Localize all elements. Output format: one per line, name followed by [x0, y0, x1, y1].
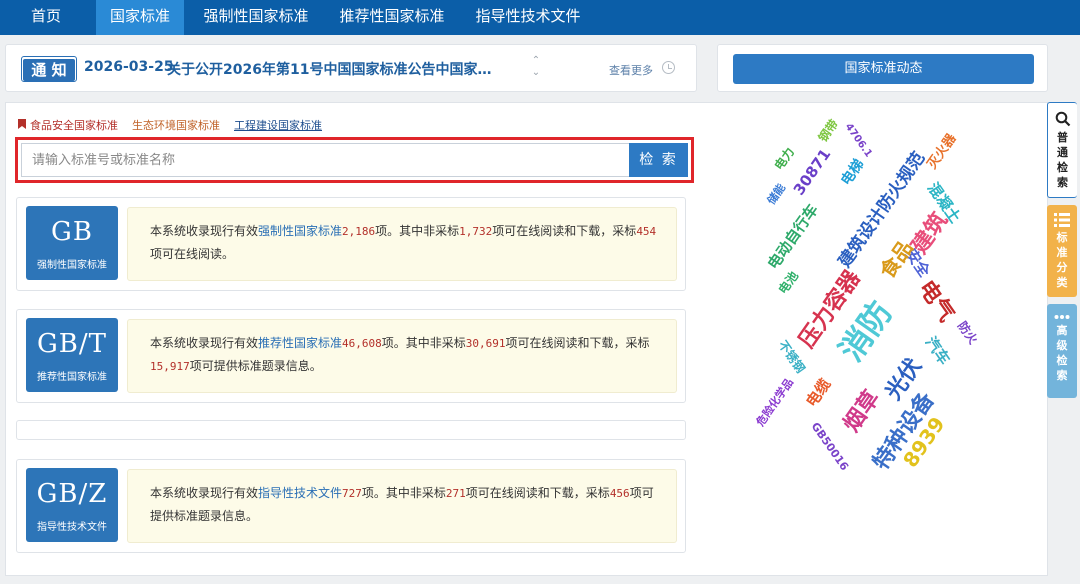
total-count: 46,608	[342, 337, 382, 350]
keyword-cloud-word[interactable]: 危险化学品	[752, 375, 797, 429]
desc-text: 项。其中非采标	[361, 486, 446, 500]
keyword-cloud-word[interactable]: 电气	[912, 273, 963, 327]
keyword-cloud: 钢带 4706.1 灭火器 电力 30871 电梯 建筑设计防火规范 混凝土 储能 电动自行车 建筑…	[740, 110, 1000, 480]
standard-badge-gb[interactable]: GB 强制性国家标准	[26, 206, 118, 280]
clock-icon	[662, 61, 675, 74]
standard-description: 本系统收录现行有效指导性技术文件727项。其中非采标271项可在线阅读和下载，采…	[127, 469, 677, 543]
chevron-down-icon[interactable]: ⌄	[529, 67, 543, 79]
standard-card-gbt: GB/T 推荐性国家标准 本系统收录现行有效推荐性国家标准46,608项。其中非…	[16, 309, 686, 403]
search-box: 检 索	[15, 137, 694, 183]
category-link-engineering[interactable]: 工程建设国家标准	[234, 117, 322, 133]
total-count: 2,186	[342, 225, 376, 238]
standards-dynamic-panel: 国家标准动态	[717, 44, 1048, 92]
keyword-cloud-word[interactable]: 汽车	[921, 332, 955, 369]
notice-badge-label: 通 知	[23, 59, 75, 81]
desc-text: 本系统收录现行有效	[150, 486, 259, 500]
category-link-eco-environment[interactable]: 生态环境国家标准	[132, 117, 220, 133]
notice-badge: 通 知	[21, 56, 77, 82]
standard-code: GB/Z	[36, 479, 108, 509]
keyword-cloud-word[interactable]: 烟草	[834, 383, 885, 437]
notice-bar: 通 知 2026-03-25 关于公开2026年第11号中国国家标准公告中国家标…	[5, 44, 697, 92]
keyword-cloud-word[interactable]: GB50016	[809, 419, 852, 472]
desc-text: 本系统收录现行有效	[150, 224, 259, 238]
keyword-cloud-word[interactable]: 储能	[763, 180, 789, 207]
keyword-cloud-word[interactable]: 灭火器	[921, 129, 959, 172]
standards-dynamic-button[interactable]: 国家标准动态	[733, 54, 1034, 84]
standard-type: 推荐性国家标准	[37, 372, 107, 383]
adopted-count: 456	[609, 487, 630, 500]
search-icon	[1055, 111, 1070, 127]
keyword-cloud-word[interactable]: 电力	[770, 143, 798, 172]
desc-text: 项可在线阅读。	[150, 247, 235, 261]
keyword-cloud-word[interactable]: 4706.1	[842, 121, 873, 159]
keyword-cloud-word[interactable]: 电缆	[801, 374, 835, 411]
desc-text: 本系统收录现行有效	[150, 336, 259, 350]
nav-item-recommended[interactable]: 推荐性国家标准	[328, 0, 456, 35]
side-tab-label: 普通检索	[1057, 131, 1068, 189]
total-count: 727	[342, 487, 362, 500]
standard-type-link[interactable]: 推荐性国家标准	[258, 336, 342, 350]
empty-bar	[16, 420, 686, 440]
nav-item-national-standards[interactable]: 国家标准	[96, 0, 184, 35]
view-more-link[interactable]: 查看更多	[609, 62, 653, 78]
desc-text: 项。其中非采标	[375, 224, 460, 238]
standard-card-gbz: GB/Z 指导性技术文件 本系统收录现行有效指导性技术文件727项。其中非采标2…	[16, 459, 686, 553]
notice-link[interactable]: 关于公开2026年第11号中国国家标准公告中国家标准文本的通知	[167, 59, 499, 79]
nav-item-guidance[interactable]: 指导性技术文件	[464, 0, 592, 35]
bookmark-icon	[18, 119, 26, 129]
search-button[interactable]: 检 索	[629, 143, 688, 177]
standard-description: 本系统收录现行有效强制性国家标准2,186项。其中非采标1,732项可在线阅读和…	[127, 207, 677, 281]
desc-text: 项可提供标准题录信息。	[189, 359, 322, 373]
top-navigation: 首页 国家标准 强制性国家标准 推荐性国家标准 指导性技术文件	[0, 0, 1080, 35]
keyword-cloud-word[interactable]: 电梯	[836, 155, 868, 189]
standard-type-link[interactable]: 强制性国家标准	[258, 224, 342, 238]
desc-text: 项。其中非采标	[381, 336, 466, 350]
standard-type: 强制性国家标准	[37, 260, 107, 271]
chevron-up-icon[interactable]: ⌃	[529, 55, 543, 67]
more-icon	[1054, 315, 1070, 319]
desc-text: 项可在线阅读和下载，采标	[505, 336, 650, 350]
standard-description: 本系统收录现行有效推荐性国家标准46,608项。其中非采标30,691项可在线阅…	[127, 319, 677, 393]
keyword-cloud-word[interactable]: 防火	[954, 317, 982, 346]
standard-badge-gbt[interactable]: GB/T 推荐性国家标准	[26, 318, 118, 392]
adopted-count: 15,917	[150, 360, 190, 373]
standard-badge-gbz[interactable]: GB/Z 指导性技术文件	[26, 468, 118, 542]
side-tab-label: 高级检索	[1056, 324, 1068, 382]
desc-text: 项可在线阅读和下载，采标	[492, 224, 637, 238]
category-link-food-safety[interactable]: 食品安全国家标准	[30, 117, 118, 133]
keyword-cloud-word[interactable]: 钢带	[814, 115, 842, 144]
non-adopted-count: 30,691	[465, 337, 506, 350]
notice-scroll-arrows[interactable]: ⌃ ⌄	[529, 55, 543, 83]
adopted-count: 454	[636, 225, 657, 238]
nav-item-home[interactable]: 首页	[0, 0, 92, 35]
notice-date: 2026-03-25	[84, 59, 174, 75]
standard-type-link[interactable]: 指导性技术文件	[258, 486, 342, 500]
standard-code: GB/T	[37, 329, 107, 359]
nav-item-mandatory[interactable]: 强制性国家标准	[192, 0, 320, 35]
desc-text: 项可在线阅读和下载，采标	[465, 486, 610, 500]
non-adopted-count: 1,732	[459, 225, 493, 238]
list-icon	[1054, 213, 1070, 227]
search-input[interactable]	[21, 143, 629, 177]
side-tab-label: 标准分类	[1056, 231, 1068, 289]
side-tab-advanced-search[interactable]: 高级检索	[1047, 304, 1077, 398]
standard-type: 指导性技术文件	[37, 522, 107, 533]
standard-code: GB	[51, 217, 93, 247]
side-tab-basic-search[interactable]: 普通检索	[1047, 102, 1077, 198]
keyword-cloud-word[interactable]: 电动自行车	[762, 199, 822, 272]
side-tab-category[interactable]: 标准分类	[1047, 205, 1077, 297]
standard-card-gb: GB 强制性国家标准 本系统收录现行有效强制性国家标准2,186项。其中非采标1…	[16, 197, 686, 291]
non-adopted-count: 271	[445, 487, 466, 500]
